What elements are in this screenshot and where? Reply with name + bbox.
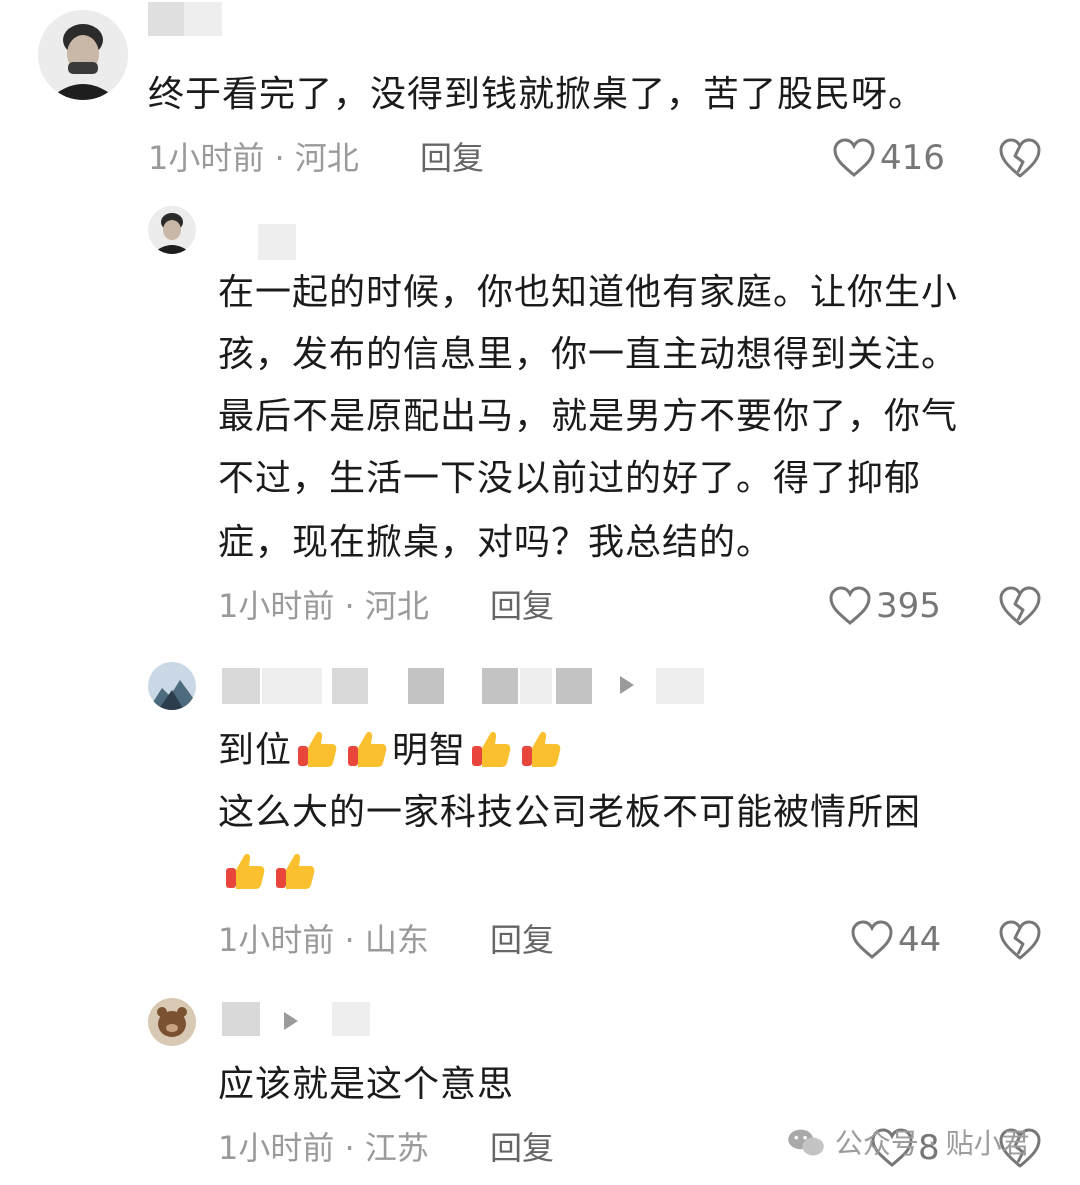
broken-heart-icon[interactable]	[998, 584, 1042, 628]
comment-text: 应该就是这个意思	[218, 1064, 515, 1105]
reply-button[interactable]: 回复	[490, 920, 554, 960]
reply-button[interactable]: 回复	[420, 138, 484, 178]
heart-outline-icon	[851, 920, 893, 959]
like-button[interactable]: 395	[828, 584, 941, 628]
comment-time-location: 1小时前 · 河北	[218, 587, 429, 625]
thumbs-up-emoji	[472, 731, 511, 767]
thumbs-up-emoji	[348, 731, 387, 767]
comment-text: 到位 明智	[218, 720, 566, 782]
comment-time-location: 1小时前 · 江苏	[218, 1129, 429, 1167]
reply-button[interactable]: 回复	[490, 1128, 554, 1168]
comment-text: 终于看完了，没得到钱就掀桌了，苦了股民呀。	[148, 74, 926, 115]
broken-heart-icon[interactable]	[998, 918, 1042, 962]
thumbs-up-emoji	[276, 853, 315, 889]
comment-time-location: 1小时前 · 河北	[148, 139, 359, 177]
heart-outline-icon	[829, 586, 871, 625]
like-button[interactable]: 416	[832, 136, 945, 180]
username-blurred	[148, 2, 184, 36]
avatar[interactable]	[148, 662, 196, 710]
avatar[interactable]	[148, 998, 196, 1046]
watermark: 公众号 · 贴小君	[786, 1122, 1030, 1162]
username-blurred	[258, 224, 296, 260]
thumbs-up-emoji	[298, 731, 337, 767]
broken-heart-icon[interactable]	[998, 136, 1042, 180]
emoji-row	[220, 850, 320, 892]
thumbs-up-emoji	[522, 731, 561, 767]
comment-time-location: 1小时前 · 山东	[218, 921, 429, 959]
like-button[interactable]: 44	[850, 918, 941, 962]
avatar[interactable]	[148, 206, 196, 254]
comment-text: 这么大的一家科技公司老板不可能被情所困	[218, 792, 922, 833]
heart-outline-icon	[833, 138, 875, 177]
like-count: 44	[898, 920, 942, 960]
avatar[interactable]	[38, 10, 128, 100]
thumbs-up-emoji	[226, 853, 265, 889]
wechat-icon	[788, 1129, 824, 1156]
like-count: 416	[880, 138, 945, 178]
reply-button[interactable]: 回复	[490, 586, 554, 626]
like-count: 395	[876, 586, 941, 626]
